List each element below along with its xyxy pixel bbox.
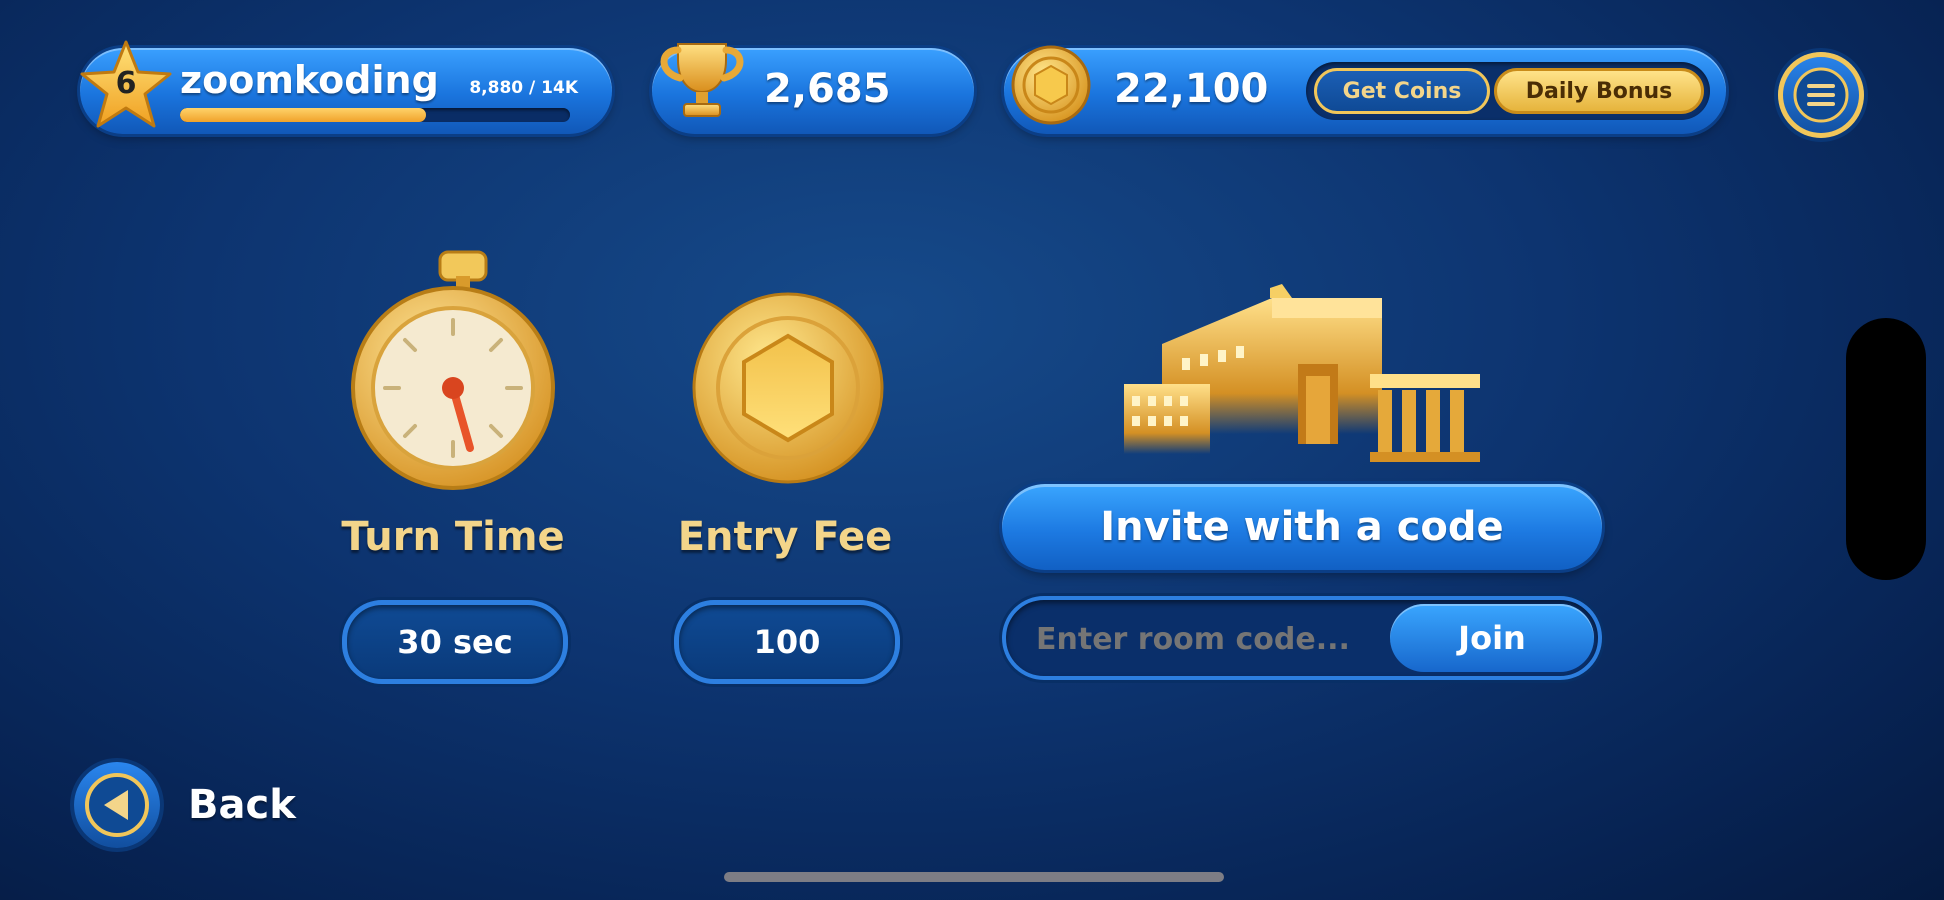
- coin-icon: [1010, 44, 1092, 126]
- temple-icon: [1122, 284, 1482, 470]
- side-notch: [1846, 318, 1926, 580]
- menu-icon: [1793, 67, 1849, 123]
- trophy-count: 2,685: [764, 66, 891, 112]
- back-arrow-icon: [74, 762, 160, 848]
- join-button[interactable]: Join: [1390, 604, 1594, 672]
- username: zoomkoding: [180, 58, 439, 102]
- menu-button[interactable]: [1778, 52, 1864, 138]
- level-number: 6: [115, 66, 137, 101]
- coins-panel: 22,100 Get Coins Daily Bonus: [1004, 48, 1726, 134]
- room-code-input[interactable]: [1034, 614, 1368, 664]
- room-code-field: Join: [1002, 596, 1602, 680]
- level-star-icon: 6: [78, 38, 174, 134]
- back-label: Back: [188, 782, 296, 828]
- turn-time-value[interactable]: 30 sec: [342, 600, 568, 684]
- entry-fee-label: Entry Fee: [677, 514, 893, 560]
- turn-time-label: Turn Time: [341, 514, 565, 560]
- home-indicator[interactable]: [724, 872, 1224, 882]
- invite-with-code-button[interactable]: Invite with a code: [1002, 484, 1602, 570]
- entry-coin-icon: [690, 290, 886, 486]
- daily-bonus-button[interactable]: Daily Bonus: [1494, 68, 1704, 114]
- stopwatch-icon: [346, 248, 560, 494]
- back-button[interactable]: Back: [74, 762, 314, 850]
- coin-count: 22,100: [1114, 66, 1269, 112]
- entry-fee-value[interactable]: 100: [674, 600, 900, 684]
- xp-progress-fill: [180, 108, 426, 122]
- xp-text: 8,880 / 14K: [469, 78, 578, 98]
- xp-progress-bar: [180, 108, 570, 122]
- get-coins-button[interactable]: Get Coins: [1314, 68, 1490, 114]
- trophy-icon: [650, 38, 754, 124]
